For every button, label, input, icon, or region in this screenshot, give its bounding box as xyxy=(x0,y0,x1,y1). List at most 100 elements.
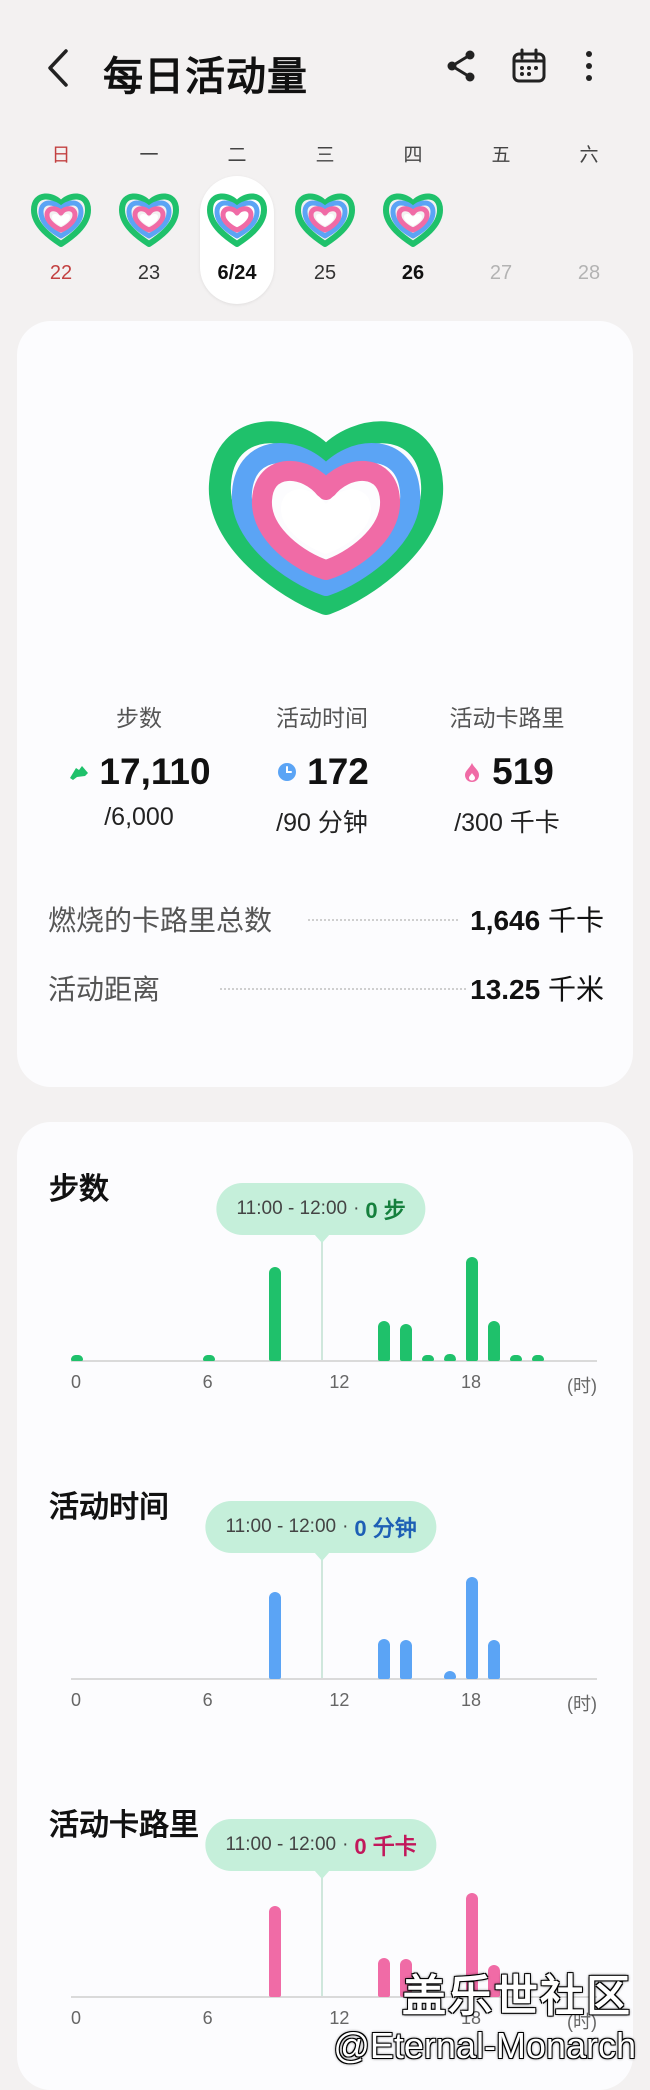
x-tick-label: 12 xyxy=(329,1690,350,1710)
summary-value: 13.25 千米 xyxy=(470,968,604,1008)
day-cell[interactable]: 22 xyxy=(24,176,98,304)
summary-row: 燃烧的卡路里总数 1,646 千卡 xyxy=(48,899,604,939)
tooltip-value: 0 分钟 xyxy=(354,1516,417,1541)
x-tick-label: 18 xyxy=(460,1690,482,1710)
x-tick-label: 6 xyxy=(202,1690,213,1710)
chart-baseline xyxy=(71,1678,597,1680)
metric-goal: /6,000 xyxy=(104,803,174,831)
tooltip-separator: · xyxy=(353,1198,360,1219)
metric-block: 活动时间 172/90 分钟 xyxy=(222,699,422,839)
hour-tooltip: 11:00 - 12:00 · 0 步 xyxy=(216,1183,426,1235)
summary-value: 1,646 千卡 xyxy=(470,899,604,939)
bar-hour-19[interactable] xyxy=(487,1321,500,1361)
weekday-label: 三 xyxy=(315,145,335,166)
bar-hour-9[interactable] xyxy=(268,1591,281,1679)
weekday-label: 二 xyxy=(227,145,247,166)
metric-label: 活动卡路里 xyxy=(449,705,565,731)
day-cell[interactable]: 26 xyxy=(376,176,450,304)
shoe-icon xyxy=(70,766,89,780)
day-cell[interactable]: 6/24 xyxy=(200,176,274,304)
day-number: 23 xyxy=(137,262,161,284)
bar-hour-21[interactable] xyxy=(531,1355,544,1361)
metric-value-row: 17,110 xyxy=(39,751,239,793)
day-number: 22 xyxy=(49,262,73,284)
day-cell[interactable]: 27 xyxy=(464,176,538,304)
bar-hour-15[interactable] xyxy=(400,1323,413,1361)
tooltip-time: 11:00 - 12:00 xyxy=(236,1198,348,1219)
bar-hour-14[interactable] xyxy=(378,1321,391,1361)
x-tick-label: 6 xyxy=(202,1372,213,1392)
weekday-label: 六 xyxy=(579,145,599,166)
x-tick-label: 12 xyxy=(329,1372,350,1392)
more-vert-icon[interactable] xyxy=(569,46,609,86)
bar-hour-15[interactable] xyxy=(400,1640,413,1679)
bar-hour-17[interactable] xyxy=(444,1353,457,1361)
bar-hour-9[interactable] xyxy=(268,1906,281,1997)
metric-value: 17,110 xyxy=(99,751,211,792)
bar-hour-14[interactable] xyxy=(378,1638,391,1679)
activity-rings-heart-icon xyxy=(208,421,444,615)
bar-chart: 0 6 12 18 (时) 11:00 - 12:00 · 0 分钟 xyxy=(71,1440,597,1740)
day-cell[interactable]: 23 xyxy=(112,176,186,304)
bar-chart: 0 6 12 18 (时) 11:00 - 12:00 · 0 步 xyxy=(71,1122,597,1422)
share-icon[interactable] xyxy=(441,46,481,86)
day-rings-heart-icon xyxy=(207,193,267,247)
tooltip-pointer xyxy=(314,1552,331,1561)
bar-hour-17[interactable] xyxy=(444,1670,457,1679)
tooltip-time: 11:00 - 12:00 xyxy=(225,1516,337,1537)
day-rings-heart-icon xyxy=(119,193,179,247)
flame-icon xyxy=(465,763,480,782)
chart-cursor-line[interactable] xyxy=(321,1235,324,1360)
bar-hour-0[interactable] xyxy=(71,1355,83,1361)
metric-value-row: 519 xyxy=(407,751,607,793)
summary-label: 活动距离 xyxy=(48,974,161,1005)
day-rings-heart-icon xyxy=(295,193,355,247)
day-cell[interactable]: 25 xyxy=(288,176,362,304)
bar-hour-18[interactable] xyxy=(466,1577,478,1679)
day-cell[interactable]: 28 xyxy=(552,176,626,304)
bar-hour-14[interactable] xyxy=(378,1958,391,1997)
x-tick-label: 0 xyxy=(70,2008,82,2028)
x-unit-label: (时) xyxy=(567,1694,597,1714)
dotted-leader xyxy=(308,919,458,921)
tooltip-separator: · xyxy=(342,1834,349,1855)
chart-cursor-line[interactable] xyxy=(321,1553,324,1678)
chart-section: 活动时间 0 6 12 18 (时) 11:00 - 12:00 · 0 分钟 xyxy=(17,1440,633,1740)
hourly-charts-card: 步数 0 6 12 18 (时) 11:00 - 12:00 · 0 步活动时间 0 6 12 18 (时… xyxy=(17,1122,633,2090)
watermark-community: 盖乐世社区 xyxy=(402,1972,632,2021)
metric-label: 活动时间 xyxy=(276,705,368,731)
bar-hour-9[interactable] xyxy=(268,1267,281,1361)
tooltip-time: 11:00 - 12:00 xyxy=(225,1834,337,1855)
weekday-label: 五 xyxy=(491,145,511,166)
page-title: 每日活动量 xyxy=(103,55,308,99)
bar-hour-16[interactable] xyxy=(422,1355,435,1361)
metric-value: 172 xyxy=(307,751,369,792)
summary-unit: 千卡 xyxy=(547,905,604,936)
day-rings-heart-icon xyxy=(383,193,443,247)
metric-goal: /300 千卡 xyxy=(454,809,560,837)
chart-cursor-line[interactable] xyxy=(321,1871,324,1996)
day-number: 6/24 xyxy=(217,262,257,284)
calendar-icon[interactable] xyxy=(509,46,549,86)
back-arrow-icon[interactable] xyxy=(40,45,80,91)
bar-hour-6[interactable] xyxy=(202,1355,215,1361)
summary-number: 1,646 xyxy=(470,905,541,936)
summary-row: 活动距离 13.25 千米 xyxy=(48,968,604,1008)
hour-tooltip: 11:00 - 12:00 · 0 千卡 xyxy=(205,1819,437,1871)
hour-tooltip: 11:00 - 12:00 · 0 分钟 xyxy=(205,1501,437,1553)
metric-block: 活动卡路里 519/300 千卡 xyxy=(407,699,607,839)
summary-number: 13.25 xyxy=(470,974,541,1005)
summary-unit: 千米 xyxy=(547,974,604,1005)
metric-value: 519 xyxy=(492,751,554,792)
tooltip-value: 0 步 xyxy=(365,1198,406,1223)
x-tick-label: 0 xyxy=(70,1372,82,1392)
bar-hour-19[interactable] xyxy=(487,1640,500,1679)
summary-label: 燃烧的卡路里总数 xyxy=(48,905,273,936)
day-number: 26 xyxy=(401,262,425,284)
weekday-label: 四 xyxy=(403,145,423,166)
x-tick-label: 0 xyxy=(70,1690,82,1710)
weekday-label: 日 xyxy=(51,145,71,166)
summary-card: 步数 17,110/6,000 活动时间 172/90 分钟 活动卡路里 519/300 … xyxy=(17,321,633,1087)
bar-hour-18[interactable] xyxy=(466,1257,478,1361)
bar-hour-20[interactable] xyxy=(509,1355,522,1361)
